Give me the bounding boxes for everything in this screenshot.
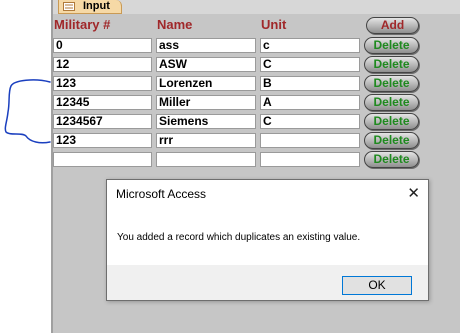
name-field[interactable]: rrr (156, 133, 256, 148)
navigation-pane (0, 0, 51, 333)
dialog-footer: OK (107, 265, 428, 300)
tab-label: Input (83, 0, 110, 12)
unit-field[interactable]: B (260, 76, 360, 91)
delete-button[interactable]: Delete (364, 94, 419, 111)
blue-bracket-scribble (4, 79, 51, 144)
military-number-field[interactable]: 12345 (53, 95, 152, 110)
unit-field[interactable] (260, 152, 360, 167)
header-name: Name (157, 17, 193, 32)
duplicate-value-dialog: Microsoft Access ✕ You added a record wh… (106, 179, 429, 301)
military-number-field[interactable]: 123 (53, 133, 152, 148)
military-number-field[interactable] (53, 152, 152, 167)
military-number-field[interactable]: 12 (53, 57, 152, 72)
name-field[interactable]: ass (156, 38, 256, 53)
unit-field[interactable]: C (260, 57, 360, 72)
form-icon (63, 2, 75, 11)
military-number-field[interactable]: 0 (53, 38, 152, 53)
unit-field[interactable]: c (260, 38, 360, 53)
delete-button[interactable]: Delete (364, 37, 419, 54)
dialog-message: You added a record which duplicates an e… (117, 232, 361, 243)
delete-button[interactable]: Delete (364, 151, 419, 168)
unit-field[interactable]: A (260, 95, 360, 110)
delete-button[interactable]: Delete (364, 132, 419, 149)
military-number-field[interactable]: 1234567 (53, 114, 152, 129)
delete-button[interactable]: Delete (364, 75, 419, 92)
delete-button[interactable]: Delete (364, 56, 419, 73)
tab-input[interactable]: Input (58, 0, 122, 14)
header-unit: Unit (261, 17, 287, 32)
name-field[interactable]: Lorenzen (156, 76, 256, 91)
close-icon[interactable]: ✕ (407, 184, 420, 202)
add-button[interactable]: Add (366, 17, 419, 34)
ok-button[interactable]: OK (342, 276, 412, 295)
name-field[interactable] (156, 152, 256, 167)
dialog-title: Microsoft Access (116, 187, 207, 201)
name-field[interactable]: ASW (156, 57, 256, 72)
unit-field[interactable]: C (260, 114, 360, 129)
name-field[interactable]: Siemens (156, 114, 256, 129)
military-number-field[interactable]: 123 (53, 76, 152, 91)
delete-button[interactable]: Delete (364, 113, 419, 130)
unit-field[interactable] (260, 133, 360, 148)
name-field[interactable]: Miller (156, 95, 256, 110)
header-military-number: Military # (54, 17, 111, 32)
